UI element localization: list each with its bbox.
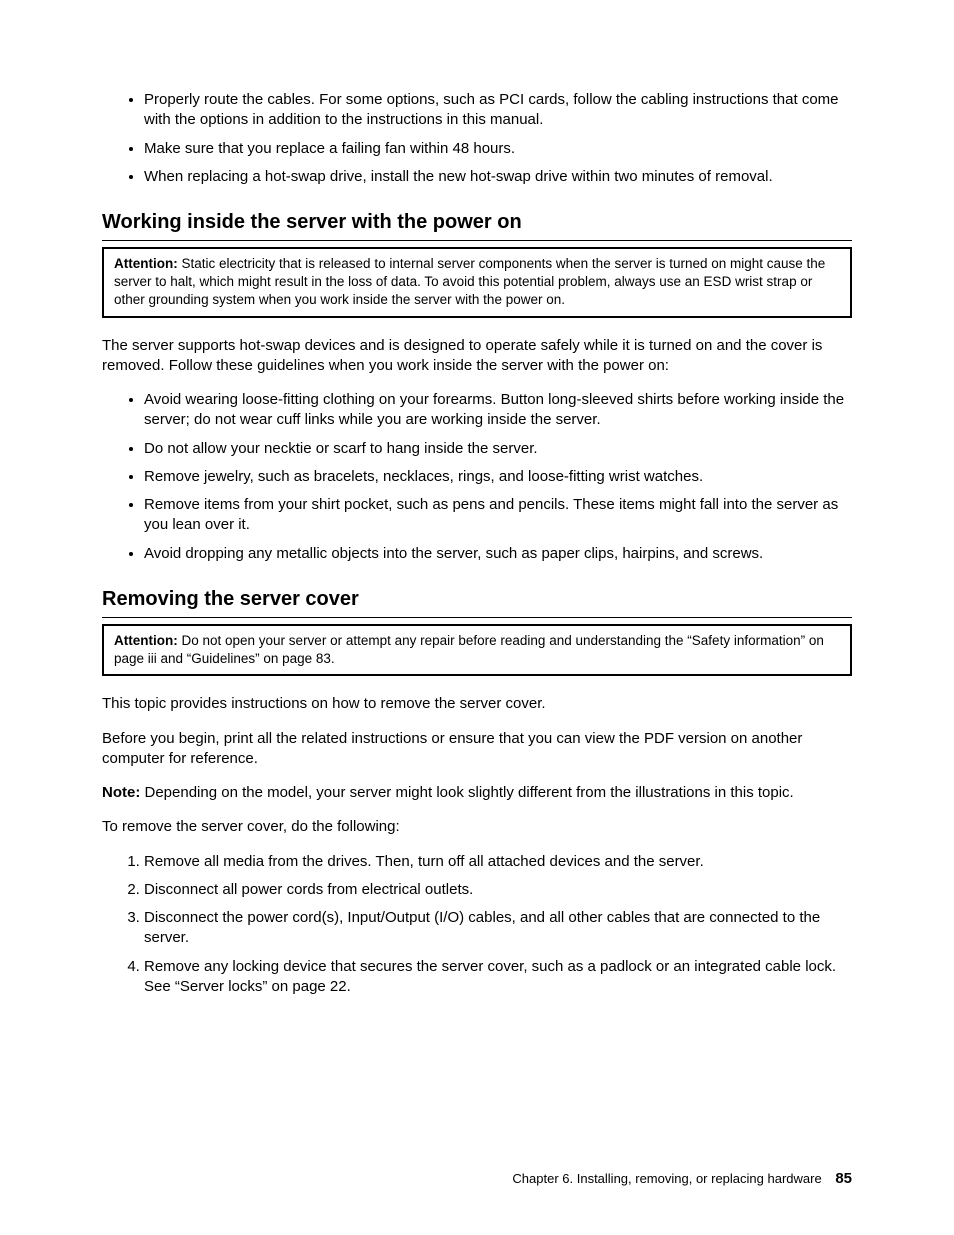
note-text: Depending on the model, your server migh… xyxy=(140,784,793,801)
attention-box: Attention: Static electricity that is re… xyxy=(102,247,852,318)
intro-bullet-list: Properly route the cables. For some opti… xyxy=(102,90,852,187)
body-paragraph: Before you begin, print all the related … xyxy=(102,729,852,770)
list-item: Do not allow your necktie or scarf to ha… xyxy=(144,439,852,459)
list-item: Make sure that you replace a failing fan… xyxy=(144,139,852,159)
list-item: Avoid dropping any metallic objects into… xyxy=(144,544,852,564)
note-label: Note: xyxy=(102,784,140,801)
section-heading-working-inside: Working inside the server with the power… xyxy=(102,209,852,241)
attention-label: Attention: xyxy=(114,633,178,648)
steps-ordered-list: Remove all media from the drives. Then, … xyxy=(102,852,852,998)
attention-text: Static electricity that is released to i… xyxy=(114,256,825,307)
section-heading-removing-cover: Removing the server cover xyxy=(102,586,852,618)
footer-page-number: 85 xyxy=(835,1170,852,1187)
body-paragraph: This topic provides instructions on how … xyxy=(102,694,852,714)
attention-text: Do not open your server or attempt any r… xyxy=(114,633,824,666)
list-item: Avoid wearing loose-fitting clothing on … xyxy=(144,390,852,431)
list-item: Remove items from your shirt pocket, suc… xyxy=(144,495,852,536)
list-item: Disconnect the power cord(s), Input/Outp… xyxy=(144,908,852,949)
attention-box: Attention: Do not open your server or at… xyxy=(102,624,852,676)
attention-label: Attention: xyxy=(114,256,178,271)
list-item: Remove any locking device that secures t… xyxy=(144,957,852,998)
list-item: Disconnect all power cords from electric… xyxy=(144,880,852,900)
footer-chapter: Chapter 6. Installing, removing, or repl… xyxy=(512,1171,821,1186)
body-paragraph: To remove the server cover, do the follo… xyxy=(102,817,852,837)
document-page: Properly route the cables. For some opti… xyxy=(0,0,954,1235)
list-item: Properly route the cables. For some opti… xyxy=(144,90,852,131)
note-paragraph: Note: Depending on the model, your serve… xyxy=(102,783,852,803)
list-item: When replacing a hot-swap drive, install… xyxy=(144,167,852,187)
page-footer: Chapter 6. Installing, removing, or repl… xyxy=(512,1169,852,1189)
guidelines-bullet-list: Avoid wearing loose-fitting clothing on … xyxy=(102,390,852,564)
list-item: Remove all media from the drives. Then, … xyxy=(144,852,852,872)
list-item: Remove jewelry, such as bracelets, neckl… xyxy=(144,467,852,487)
body-paragraph: The server supports hot-swap devices and… xyxy=(102,336,852,377)
